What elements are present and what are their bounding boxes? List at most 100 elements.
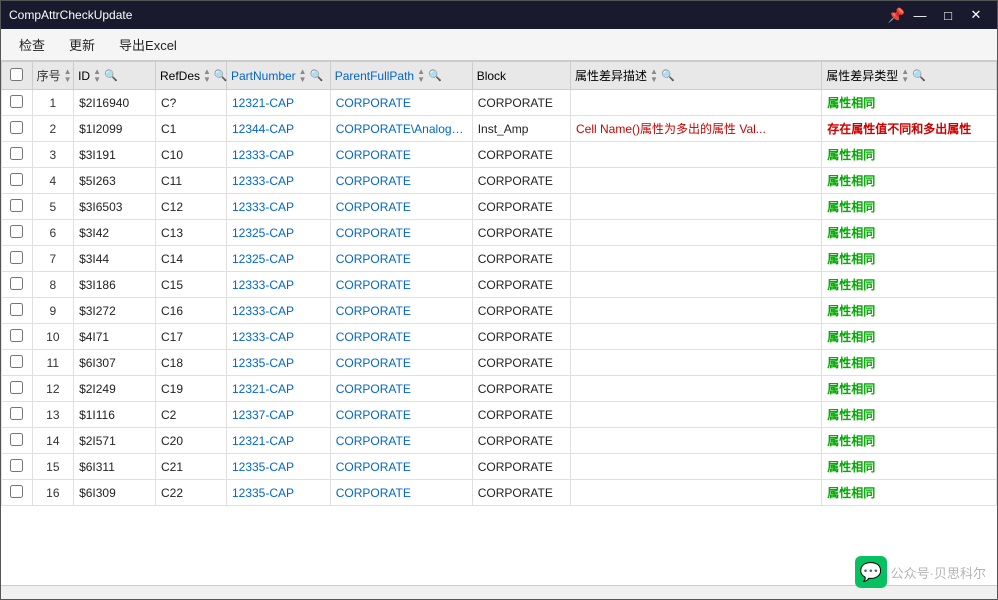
row-id-8: $3I272	[74, 298, 156, 324]
table-row: 12 $2I249 C19 12321-CAP CORPORATE CORPOR…	[2, 376, 997, 402]
row-check-13[interactable]	[2, 428, 33, 454]
col-header-block: Block	[472, 62, 570, 90]
row-seq-0: 1	[32, 90, 74, 116]
row-partnum-10: 12335-CAP	[226, 350, 330, 376]
row-attrdiff-14	[571, 454, 822, 480]
row-attrtype-4: 属性相同	[822, 194, 997, 220]
row-attrdiff-12	[571, 402, 822, 428]
row-seq-1: 2	[32, 116, 74, 142]
row-seq-5: 6	[32, 220, 74, 246]
row-seq-3: 4	[32, 168, 74, 194]
row-block-4: CORPORATE	[472, 194, 570, 220]
row-parentfull-14: CORPORATE	[330, 454, 472, 480]
row-check-2[interactable]	[2, 142, 33, 168]
row-seq-6: 7	[32, 246, 74, 272]
table-row: 4 $5I263 C11 12333-CAP CORPORATE CORPORA…	[2, 168, 997, 194]
search-icon-attrdiff[interactable]: 🔍	[661, 69, 675, 82]
row-attrtype-7: 属性相同	[822, 272, 997, 298]
row-attrdiff-2	[571, 142, 822, 168]
close-button[interactable]: ✕	[963, 5, 989, 25]
row-check-12[interactable]	[2, 402, 33, 428]
menu-check[interactable]: 检查	[9, 31, 55, 58]
row-parentfull-11: CORPORATE	[330, 376, 472, 402]
row-block-11: CORPORATE	[472, 376, 570, 402]
menu-update[interactable]: 更新	[59, 31, 105, 58]
sort-icon-id[interactable]: ▲▼	[93, 68, 101, 84]
row-check-6[interactable]	[2, 246, 33, 272]
row-refdes-0: C?	[155, 90, 226, 116]
row-block-7: CORPORATE	[472, 272, 570, 298]
table-row: 15 $6I311 C21 12335-CAP CORPORATE CORPOR…	[2, 454, 997, 480]
menu-export-excel[interactable]: 导出Excel	[109, 31, 187, 58]
row-block-12: CORPORATE	[472, 402, 570, 428]
row-check-1[interactable]	[2, 116, 33, 142]
row-check-14[interactable]	[2, 454, 33, 480]
table-container: 序号 ▲▼ ID ▲▼ 🔍	[1, 61, 997, 599]
window-title: CompAttrCheckUpdate	[9, 8, 132, 22]
col-header-partnum: PartNumber ▲▼ 🔍	[226, 62, 330, 90]
row-attrtype-14: 属性相同	[822, 454, 997, 480]
table-wrapper[interactable]: 序号 ▲▼ ID ▲▼ 🔍	[1, 61, 997, 585]
row-block-1: Inst_Amp	[472, 116, 570, 142]
row-attrtype-13: 属性相同	[822, 428, 997, 454]
search-icon-id[interactable]: 🔍	[104, 69, 118, 82]
row-id-1: $1I2099	[74, 116, 156, 142]
row-id-13: $2I571	[74, 428, 156, 454]
row-refdes-10: C18	[155, 350, 226, 376]
row-attrtype-11: 属性相同	[822, 376, 997, 402]
row-attrdiff-0	[571, 90, 822, 116]
row-check-7[interactable]	[2, 272, 33, 298]
row-check-9[interactable]	[2, 324, 33, 350]
row-attrtype-5: 属性相同	[822, 220, 997, 246]
search-icon-attrtype[interactable]: 🔍	[912, 69, 926, 82]
sort-icon-attrdiff[interactable]: ▲▼	[650, 68, 658, 84]
row-id-9: $4I71	[74, 324, 156, 350]
search-icon-partnum[interactable]: 🔍	[310, 69, 324, 82]
row-partnum-0: 12321-CAP	[226, 90, 330, 116]
title-bar-left: CompAttrCheckUpdate	[9, 8, 132, 22]
sort-icon-partnum[interactable]: ▲▼	[299, 68, 307, 84]
col-header-refdes: RefDes ▲▼ 🔍	[155, 62, 226, 90]
pin-icon[interactable]: 📌	[888, 7, 905, 24]
minimize-button[interactable]: —	[907, 5, 933, 25]
row-attrtype-8: 属性相同	[822, 298, 997, 324]
row-parentfull-12: CORPORATE	[330, 402, 472, 428]
row-id-0: $2I16940	[74, 90, 156, 116]
row-check-5[interactable]	[2, 220, 33, 246]
row-attrdiff-10	[571, 350, 822, 376]
row-seq-12: 13	[32, 402, 74, 428]
row-check-0[interactable]	[2, 90, 33, 116]
table-row: 7 $3I44 C14 12325-CAP CORPORATE CORPORAT…	[2, 246, 997, 272]
row-check-3[interactable]	[2, 168, 33, 194]
sort-icon-seq[interactable]: ▲▼	[64, 68, 72, 84]
row-parentfull-8: CORPORATE	[330, 298, 472, 324]
row-block-5: CORPORATE	[472, 220, 570, 246]
sort-icon-attrtype[interactable]: ▲▼	[901, 68, 909, 84]
row-check-11[interactable]	[2, 376, 33, 402]
horizontal-scrollbar[interactable]	[1, 585, 997, 599]
row-block-0: CORPORATE	[472, 90, 570, 116]
row-check-15[interactable]	[2, 480, 33, 506]
row-attrdiff-4	[571, 194, 822, 220]
select-all-checkbox[interactable]	[10, 68, 23, 81]
row-partnum-12: 12337-CAP	[226, 402, 330, 428]
row-check-4[interactable]	[2, 194, 33, 220]
row-check-8[interactable]	[2, 298, 33, 324]
table-row: 16 $6I309 C22 12335-CAP CORPORATE CORPOR…	[2, 480, 997, 506]
table-row: 9 $3I272 C16 12333-CAP CORPORATE CORPORA…	[2, 298, 997, 324]
col-header-parentfull: ParentFullPath ▲▼ 🔍	[330, 62, 472, 90]
sort-icon-parentfull[interactable]: ▲▼	[417, 68, 425, 84]
row-id-10: $6I307	[74, 350, 156, 376]
row-attrdiff-3	[571, 168, 822, 194]
search-icon-parentfull[interactable]: 🔍	[428, 69, 442, 82]
row-parentfull-5: CORPORATE	[330, 220, 472, 246]
row-attrdiff-7	[571, 272, 822, 298]
row-parentfull-4: CORPORATE	[330, 194, 472, 220]
table-row: 1 $2I16940 C? 12321-CAP CORPORATE CORPOR…	[2, 90, 997, 116]
row-check-10[interactable]	[2, 350, 33, 376]
maximize-button[interactable]: □	[935, 5, 961, 25]
row-partnum-5: 12325-CAP	[226, 220, 330, 246]
row-attrtype-3: 属性相同	[822, 168, 997, 194]
row-refdes-12: C2	[155, 402, 226, 428]
sort-icon-refdes[interactable]: ▲▼	[203, 68, 211, 84]
